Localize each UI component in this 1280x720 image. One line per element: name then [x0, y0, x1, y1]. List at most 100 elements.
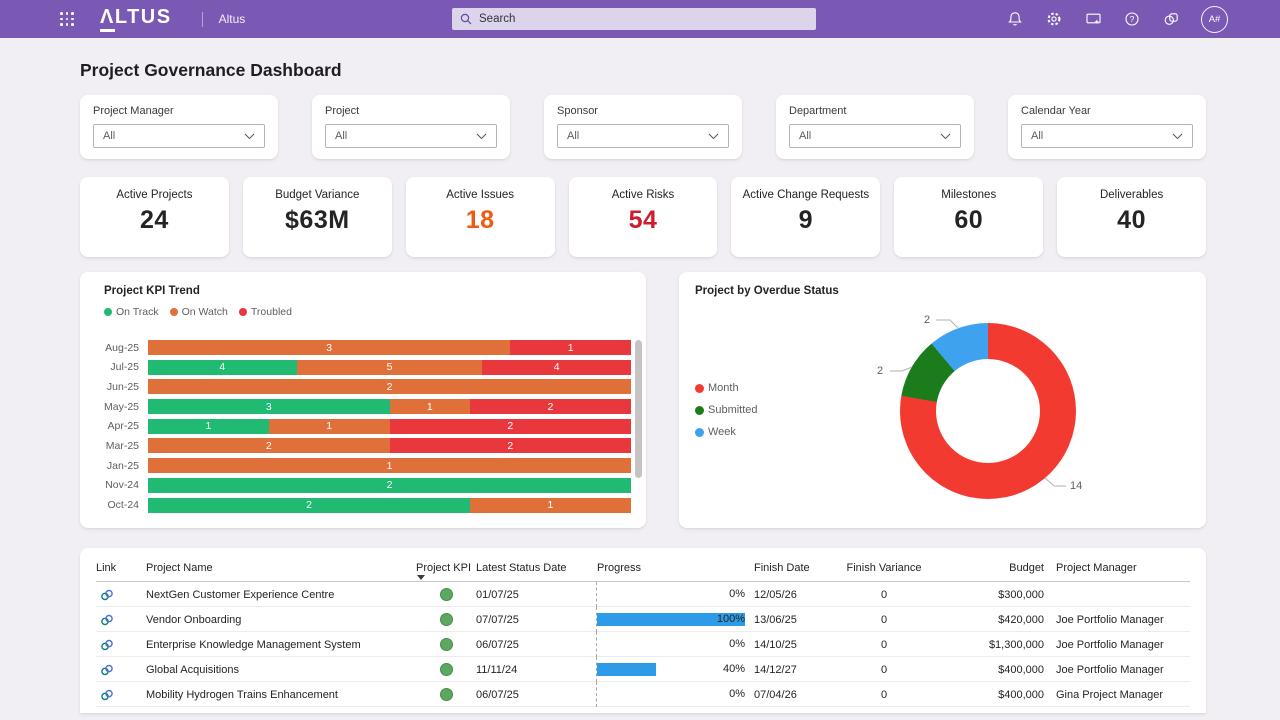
table-row[interactable]: NextGen Customer Experience Centre01/07/…	[96, 582, 1190, 607]
bar-segment-on-track[interactable]: 2	[148, 478, 631, 493]
header-finish-date[interactable]: Finish Date	[754, 554, 839, 581]
kpi-trend-row: Nov-242	[94, 478, 640, 493]
kpi-label: Budget Variance	[243, 188, 392, 203]
bar-segment-on-track[interactable]: 3	[148, 399, 390, 414]
callout-submitted: 2	[877, 365, 883, 377]
bar-segment-on-watch[interactable]: 3	[148, 340, 510, 355]
header-finish-variance[interactable]: Finish Variance	[839, 554, 929, 581]
waffle-menu-icon[interactable]	[60, 12, 74, 26]
table-row[interactable]: Mobility Hydrogen Trains Enhancement06/0…	[96, 682, 1190, 707]
bar-segment-on-watch[interactable]: 2	[148, 379, 631, 394]
project-name-cell: Mobility Hydrogen Trains Enhancement	[146, 689, 416, 701]
bar-segment-on-track[interactable]: 2	[148, 498, 470, 513]
open-link-icon[interactable]	[99, 638, 115, 652]
bar-segment-on-watch[interactable]: 1	[148, 458, 631, 473]
bar-segment-on-track[interactable]: 4	[148, 360, 297, 375]
open-link-icon[interactable]	[99, 613, 115, 627]
chevron-down-icon	[1172, 133, 1183, 140]
kpi-active-risks: Active Risks 54	[569, 177, 718, 257]
stacked-bar: 112	[148, 419, 631, 434]
feedback-icon[interactable]	[1084, 10, 1102, 28]
bar-segment-on-track[interactable]: 1	[148, 419, 269, 434]
bar-segment-on-watch[interactable]: 1	[470, 498, 631, 513]
progress-cell: 0%	[584, 582, 754, 607]
link-cell	[96, 638, 146, 652]
status-date-cell: 11/11/24	[476, 664, 584, 676]
link-cell	[96, 588, 146, 602]
filter-project-manager-select[interactable]: All	[93, 124, 265, 148]
y-axis-label: May-25	[94, 401, 148, 413]
kpi-label: Active Issues	[406, 188, 555, 203]
filter-label: Calendar Year	[1021, 105, 1193, 117]
search-bar[interactable]	[452, 8, 816, 30]
top-navbar: ΛLTUS Altus	[0, 0, 1280, 38]
open-link-icon[interactable]	[99, 588, 115, 602]
search-input[interactable]	[479, 13, 808, 25]
legend-item-on-track: On Track	[104, 306, 159, 318]
bar-segment-on-watch[interactable]: 1	[269, 419, 390, 434]
legend-dot	[104, 308, 112, 316]
bar-segment-troubled[interactable]: 1	[510, 340, 631, 355]
legend-label: On Watch	[182, 306, 228, 318]
settings-gear-icon[interactable]	[1045, 10, 1063, 28]
header-label: Project KPI	[416, 562, 471, 574]
legend-item-on-watch: On Watch	[170, 306, 228, 318]
table-row[interactable]: Vendor Onboarding07/07/25100%13/06/250$4…	[96, 607, 1190, 632]
status-date-cell: 07/07/25	[476, 614, 584, 626]
bar-segment-troubled[interactable]: 4	[482, 360, 631, 375]
filter-calendar-year: Calendar Year All	[1008, 95, 1206, 159]
legend-dot	[239, 308, 247, 316]
help-icon[interactable]: ?	[1123, 10, 1141, 28]
filter-department-select[interactable]: All	[789, 124, 961, 148]
overdue-status-donut[interactable]	[900, 323, 1076, 499]
filter-value: All	[103, 130, 115, 142]
chevron-down-icon	[940, 133, 951, 140]
dashboard-content: Project Governance Dashboard Project Man…	[0, 60, 1280, 713]
header-project-name[interactable]: Project Name	[146, 554, 416, 581]
finish-date-cell: 14/10/25	[754, 639, 839, 651]
chevron-down-icon	[708, 133, 719, 140]
header-progress[interactable]: Progress	[584, 554, 754, 581]
open-link-icon[interactable]	[99, 663, 115, 677]
finish-variance-cell: 0	[839, 689, 929, 701]
filter-calendar-year-select[interactable]: All	[1021, 124, 1193, 148]
table-row[interactable]: Global Acquisitions11/11/2440%14/12/270$…	[96, 657, 1190, 682]
header-latest-status-date[interactable]: Latest Status Date	[476, 554, 584, 581]
open-link-icon[interactable]	[99, 688, 115, 702]
table-row[interactable]: Enterprise Knowledge Management System06…	[96, 632, 1190, 657]
kpi-milestones: Milestones 60	[894, 177, 1043, 257]
bar-segment-on-watch[interactable]: 2	[148, 438, 390, 453]
project-name-cell: Vendor Onboarding	[146, 614, 416, 626]
filter-label: Project Manager	[93, 105, 265, 117]
logo-first-letter: Λ	[100, 6, 115, 32]
filter-project-select[interactable]: All	[325, 124, 497, 148]
filter-label: Project	[325, 105, 497, 117]
shapes-icon[interactable]	[1162, 10, 1180, 28]
y-axis-label: Nov-24	[94, 479, 148, 491]
stacked-bar: 21	[148, 498, 631, 513]
link-cell	[96, 613, 146, 627]
header-project-kpi[interactable]: Project KPI	[416, 554, 476, 581]
bar-segment-troubled[interactable]: 2	[390, 438, 632, 453]
chart-scrollbar[interactable]	[635, 340, 642, 478]
header-budget[interactable]: Budget	[929, 554, 1044, 581]
progress-label: 40%	[597, 657, 745, 682]
project-manager-cell: Joe Portfolio Manager	[1044, 614, 1195, 626]
filter-sponsor-select[interactable]: All	[557, 124, 729, 148]
callout-month: 14	[1070, 480, 1082, 492]
filter-project: Project All	[312, 95, 510, 159]
kpi-trend-row: Oct-2421	[94, 498, 640, 513]
header-link[interactable]: Link	[96, 554, 146, 581]
bar-segment-troubled[interactable]: 2	[390, 419, 632, 434]
bar-segment-on-watch[interactable]: 5	[297, 360, 483, 375]
bar-segment-troubled[interactable]: 2	[470, 399, 631, 414]
progress-label: 100%	[597, 607, 745, 632]
kpi-value: $63M	[243, 206, 392, 235]
progress-label: 0%	[597, 582, 745, 607]
header-project-manager[interactable]: Project Manager	[1044, 554, 1195, 581]
kpi-trend-rows: Aug-2531Jul-25454Jun-252May-25312Apr-251…	[94, 340, 640, 517]
user-avatar[interactable]: A#	[1201, 6, 1228, 33]
notifications-bell-icon[interactable]	[1006, 10, 1024, 28]
bar-segment-on-watch[interactable]: 1	[390, 399, 470, 414]
y-axis-label: Jun-25	[94, 381, 148, 393]
